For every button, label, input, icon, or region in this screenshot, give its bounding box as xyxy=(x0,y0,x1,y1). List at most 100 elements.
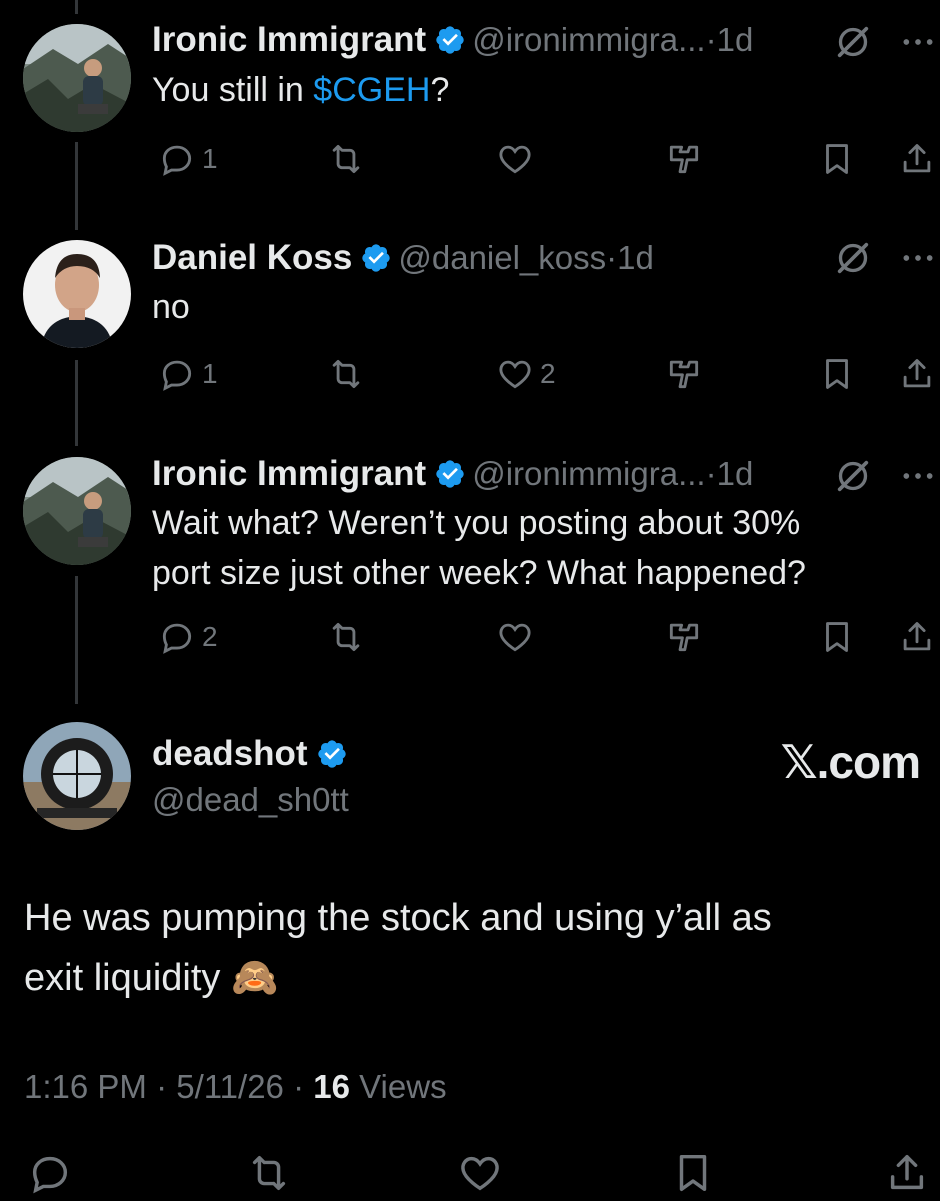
post-time[interactable]: 1:16 PM xyxy=(24,1068,147,1105)
timestamp[interactable]: 1d xyxy=(617,239,654,276)
analytics-icon xyxy=(669,360,699,389)
bookmark-button[interactable] xyxy=(670,1150,716,1201)
more-icon xyxy=(903,255,933,261)
share-icon xyxy=(903,144,931,173)
thread-line xyxy=(75,360,78,446)
grok-button[interactable] xyxy=(833,22,873,67)
retweet-icon xyxy=(332,622,360,652)
grok-icon xyxy=(837,26,869,58)
thread-line xyxy=(75,576,78,704)
share-button[interactable] xyxy=(898,615,936,659)
share-button[interactable] xyxy=(884,1150,930,1201)
bookmark-icon xyxy=(679,1154,707,1192)
like-button[interactable] xyxy=(457,1150,503,1201)
like-count: 2 xyxy=(540,358,556,389)
retweet-button[interactable] xyxy=(327,352,365,396)
timestamp[interactable]: 1d xyxy=(717,21,754,58)
reply-text: You still in $CGEH? xyxy=(152,65,449,115)
post-author: deadshot xyxy=(152,734,354,781)
author-name[interactable]: Ironic Immigrant xyxy=(152,20,426,59)
like-button[interactable] xyxy=(496,615,540,659)
author-handle[interactable]: @ironimmigra... xyxy=(472,21,705,58)
reply-button[interactable]: 2 xyxy=(158,615,218,659)
post-date[interactable]: 5/11/26 xyxy=(176,1068,284,1105)
post-text: He was pumping the stock and using y’all… xyxy=(24,888,772,1008)
thread-line xyxy=(75,0,78,14)
avatar[interactable] xyxy=(23,24,131,132)
reply-text: no xyxy=(152,288,190,326)
author-handle[interactable]: @daniel_koss xyxy=(398,239,606,276)
post-text-line: He was pumping the stock and using y’all… xyxy=(24,897,772,939)
more-icon xyxy=(903,473,933,479)
separator: · xyxy=(705,455,717,492)
retweet-button[interactable] xyxy=(327,137,365,181)
like-icon xyxy=(499,623,531,652)
more-button[interactable] xyxy=(898,238,938,283)
separator: · xyxy=(606,239,618,276)
avatar[interactable] xyxy=(23,457,131,565)
reply-count: 1 xyxy=(202,358,218,389)
more-button[interactable] xyxy=(898,22,938,67)
retweet-button[interactable] xyxy=(246,1150,292,1201)
like-icon xyxy=(461,1156,499,1191)
analytics-icon xyxy=(669,623,699,652)
author-name[interactable]: deadshot xyxy=(152,734,308,773)
bookmark-button[interactable] xyxy=(818,137,856,181)
reply-button[interactable]: 1 xyxy=(158,137,218,181)
reply-header: Daniel Koss @daniel_koss·1d xyxy=(152,238,654,285)
avatar[interactable] xyxy=(23,722,131,830)
cashtag-link[interactable]: $CGEH xyxy=(313,71,430,109)
bookmark-button[interactable] xyxy=(818,352,856,396)
more-button[interactable] xyxy=(898,456,938,501)
retweet-button[interactable] xyxy=(327,615,365,659)
bookmark-icon xyxy=(826,144,848,174)
author-handle[interactable]: @dead_sh0tt xyxy=(152,780,349,820)
retweet-icon xyxy=(332,359,360,389)
retweet-icon xyxy=(332,144,360,174)
separator: · xyxy=(156,1068,168,1105)
emoji: 🙈 xyxy=(230,957,279,999)
reply-icon xyxy=(32,1156,68,1194)
like-icon xyxy=(499,145,531,174)
grok-button[interactable] xyxy=(833,456,873,501)
reply-icon xyxy=(162,145,192,176)
reply-text-start: You still in xyxy=(152,71,314,109)
avatar[interactable] xyxy=(23,240,131,348)
like-button[interactable] xyxy=(496,137,540,181)
reply-icon xyxy=(162,360,192,391)
bookmark-button[interactable] xyxy=(818,615,856,659)
analytics-button[interactable] xyxy=(665,352,703,396)
verified-icon xyxy=(317,740,346,768)
author-name[interactable]: Ironic Immigrant xyxy=(152,454,426,493)
author-handle[interactable]: @ironimmigra... xyxy=(472,455,705,492)
separator: · xyxy=(705,21,717,58)
grok-icon xyxy=(837,460,869,492)
reply-text-line: Wait what? Weren’t you posting about 30% xyxy=(152,504,801,542)
timestamp[interactable]: 1d xyxy=(717,455,754,492)
reply-icon xyxy=(162,623,192,654)
reply-count: 2 xyxy=(202,621,218,652)
analytics-button[interactable] xyxy=(665,615,703,659)
share-button[interactable] xyxy=(898,137,936,181)
reply-text-end: ? xyxy=(430,71,450,109)
like-button[interactable]: 2 xyxy=(496,352,556,396)
reply-header: Ironic Immigrant @ironimmigra...·1d xyxy=(152,454,753,501)
reply-count: 1 xyxy=(202,143,218,174)
verified-icon xyxy=(436,26,464,54)
reply-text-line: port size just other week? What happened… xyxy=(152,554,806,592)
reply-text: Wait what? Weren’t you posting about 30%… xyxy=(152,498,806,598)
share-icon xyxy=(890,1154,924,1190)
grok-icon xyxy=(837,242,869,274)
analytics-button[interactable] xyxy=(665,137,703,181)
post-meta: 1:16 PM · 5/11/26 · 16 Views xyxy=(24,1068,447,1106)
reply-header: Ironic Immigrant @ironimmigra...·1d xyxy=(152,20,753,67)
author-name[interactable]: Daniel Koss xyxy=(152,238,352,277)
views-label: Views xyxy=(359,1068,447,1105)
thread-line xyxy=(75,142,78,230)
retweet-icon xyxy=(252,1155,286,1191)
grok-button[interactable] xyxy=(833,238,873,283)
reply-button[interactable]: 1 xyxy=(158,352,218,396)
post-text-line: exit liquidity xyxy=(24,957,231,999)
share-button[interactable] xyxy=(898,352,936,396)
reply-button[interactable] xyxy=(27,1150,73,1201)
